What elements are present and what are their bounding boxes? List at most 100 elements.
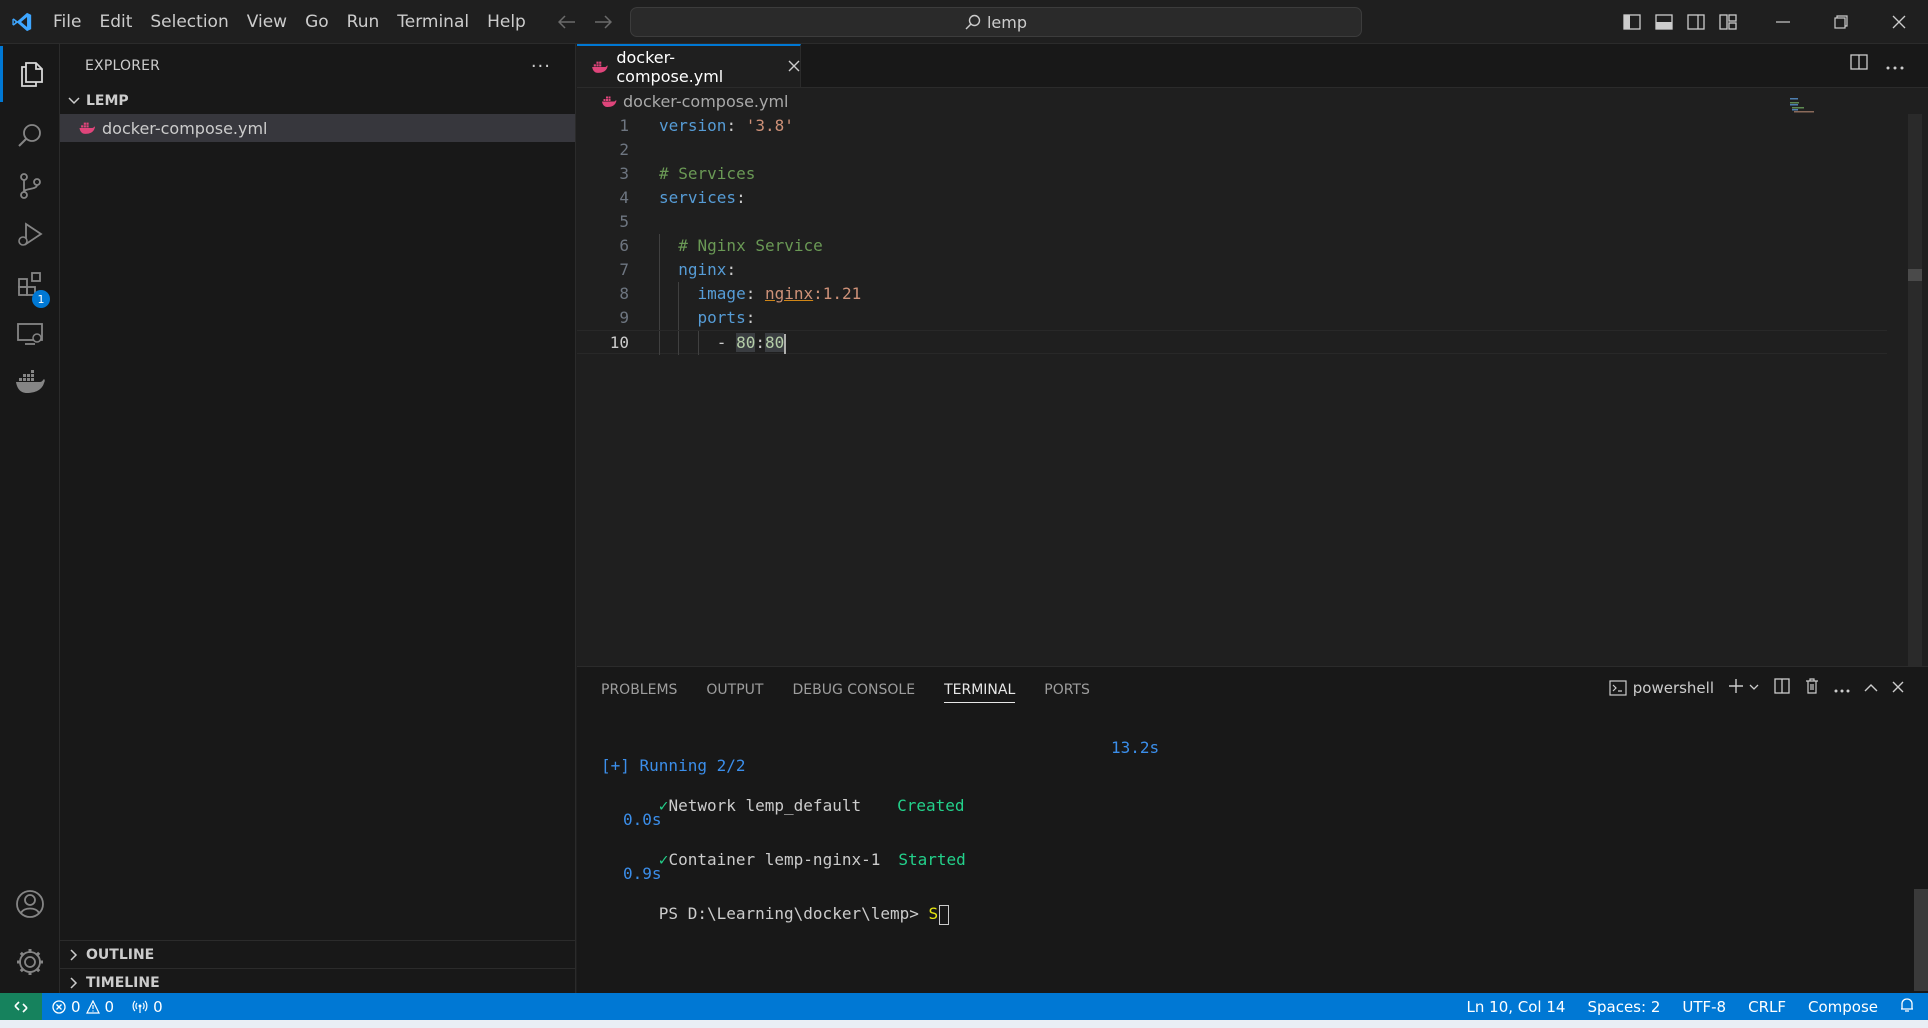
code-token: nginx — [764, 284, 814, 303]
close-panel-icon[interactable] — [1892, 679, 1904, 697]
code-line[interactable]: 8 image: nginx:1.21 — [577, 282, 1928, 306]
code-text: image: nginx:1.21 — [659, 282, 861, 306]
outline-section[interactable]: OUTLINE — [60, 940, 576, 968]
split-editor-icon[interactable] — [1850, 54, 1868, 75]
ports-status[interactable]: 0 — [132, 998, 163, 1016]
tab-debug-console[interactable]: DEBUG CONSOLE — [792, 667, 915, 713]
menu-help[interactable]: Help — [478, 0, 535, 44]
code-token: image — [697, 284, 746, 303]
code-line[interactable]: 6 # Nginx Service — [577, 234, 1928, 258]
split-terminal-icon[interactable] — [1774, 678, 1790, 698]
back-arrow-icon[interactable] — [556, 8, 578, 36]
timeline-label: TIMELINE — [86, 974, 160, 991]
editor-scrollbar[interactable] — [1908, 114, 1922, 666]
code-token: 80 — [764, 333, 785, 352]
toggle-primary-sidebar-icon[interactable] — [1620, 10, 1644, 34]
chevron-down-icon — [68, 97, 80, 105]
code-line[interactable]: 7 nginx: — [577, 258, 1928, 282]
menu-selection[interactable]: Selection — [141, 0, 237, 44]
menu-terminal[interactable]: Terminal — [388, 0, 478, 44]
line-number: 5 — [619, 212, 629, 231]
error-count: 0 — [71, 997, 81, 1016]
menu-run[interactable]: Run — [338, 0, 389, 44]
more-actions-icon[interactable]: ··· — [531, 56, 551, 77]
menu-go[interactable]: Go — [296, 0, 338, 44]
line-number: 1 — [619, 116, 629, 135]
editor-scrollbar-thumb[interactable] — [1908, 269, 1922, 281]
code-token: : — [755, 333, 765, 352]
tab-output[interactable]: OUTPUT — [706, 667, 763, 713]
code-token: version — [659, 116, 727, 135]
notifications-bell-icon[interactable] — [1900, 997, 1914, 1017]
line-number: 10 — [609, 333, 629, 352]
cursor-position[interactable]: Ln 10, Col 14 — [1467, 998, 1566, 1016]
code-token: # Services — [659, 164, 756, 183]
toggle-secondary-sidebar-icon[interactable] — [1684, 10, 1708, 34]
terminal-network-line: ✓Network lemp_default Created — [601, 773, 965, 815]
forward-arrow-icon[interactable] — [592, 8, 614, 36]
close-window-icon[interactable] — [1870, 0, 1928, 44]
menu-file[interactable]: File — [44, 0, 90, 44]
terminal-shell-selector[interactable]: powershell — [1609, 679, 1714, 697]
command-center-search[interactable]: lemp — [630, 7, 1362, 37]
tab-problems[interactable]: PROBLEMS — [601, 667, 677, 713]
toggle-panel-icon[interactable] — [1652, 10, 1676, 34]
code-line[interactable]: 4 services: — [577, 186, 1928, 210]
folder-header-lemp[interactable]: LEMP — [60, 88, 575, 114]
network-name: Network lemp_default — [668, 796, 862, 815]
code-line[interactable]: 5 — [577, 210, 1928, 234]
code-line[interactable]: 2 — [577, 138, 1928, 162]
search-view-icon[interactable] — [0, 108, 60, 164]
tab-label: docker-compose.yml — [616, 47, 724, 86]
menu-edit[interactable]: Edit — [90, 0, 141, 44]
docker-icon[interactable] — [0, 354, 60, 410]
docker-file-icon — [592, 61, 608, 73]
end-of-line[interactable]: CRLF — [1748, 998, 1786, 1016]
terminal-total-time: 13.2s — [1111, 738, 1160, 757]
command-center-text: lemp — [986, 12, 1028, 32]
panel-more-icon[interactable] — [1834, 679, 1850, 697]
code-line[interactable]: 9 ports: — [577, 306, 1928, 330]
indentation[interactable]: Spaces: 2 — [1587, 998, 1660, 1016]
problems-status[interactable]: 0 0 — [52, 998, 114, 1016]
language-mode[interactable]: Compose — [1808, 998, 1878, 1016]
tab-terminal[interactable]: TERMINAL — [944, 667, 1016, 713]
encoding[interactable]: UTF-8 — [1682, 998, 1726, 1016]
trash-icon[interactable] — [1804, 678, 1820, 698]
accounts-icon[interactable] — [0, 876, 60, 932]
prompt-input: S — [928, 904, 939, 923]
explorer-icon[interactable] — [0, 46, 60, 102]
tab-ports[interactable]: PORTS — [1044, 667, 1090, 713]
chevron-right-icon — [70, 976, 78, 989]
line-number: 4 — [619, 188, 629, 207]
terminal-scrollbar[interactable] — [1914, 889, 1928, 991]
code-line[interactable]: 1 version: '3.8' — [577, 114, 1928, 138]
code-line[interactable]: 3 # Services — [577, 162, 1928, 186]
settings-gear-icon[interactable] — [0, 934, 60, 990]
line-number: 7 — [619, 260, 629, 279]
maximize-panel-icon[interactable] — [1864, 679, 1878, 697]
editor-more-icon[interactable] — [1886, 54, 1904, 75]
run-debug-icon[interactable] — [0, 206, 60, 262]
code-line[interactable]: 10 - 80:80 — [577, 330, 1887, 355]
remote-indicator-icon[interactable] — [0, 993, 42, 1020]
customize-layout-icon[interactable] — [1716, 10, 1740, 34]
new-terminal-plus-icon[interactable] — [1728, 678, 1744, 698]
vscode-logo-icon[interactable] — [0, 0, 44, 44]
close-icon[interactable] — [788, 56, 800, 77]
minimize-icon[interactable] — [1754, 0, 1812, 44]
timeline-section[interactable]: TIMELINE — [60, 968, 576, 996]
menu-view[interactable]: View — [238, 0, 296, 44]
terminal-prompt-line[interactable]: PS D:\Learning\docker\lemp> S — [601, 881, 950, 925]
error-icon — [52, 999, 66, 1014]
minimap[interactable] — [1790, 98, 1814, 114]
tab-docker-compose[interactable]: docker-compose.yml — [577, 44, 801, 87]
chevron-down-icon[interactable] — [1748, 679, 1760, 697]
code-editor[interactable]: 1 version: '3.8' 2 3 # Services 4 services: 5 6 … — [577, 114, 1928, 355]
restore-icon[interactable] — [1812, 0, 1870, 44]
code-text: # Nginx Service — [659, 234, 823, 258]
breadcrumb[interactable]: docker-compose.yml — [577, 88, 1928, 114]
extensions-icon[interactable]: 1 — [0, 256, 60, 312]
file-item-docker-compose[interactable]: docker-compose.yml — [60, 114, 575, 142]
